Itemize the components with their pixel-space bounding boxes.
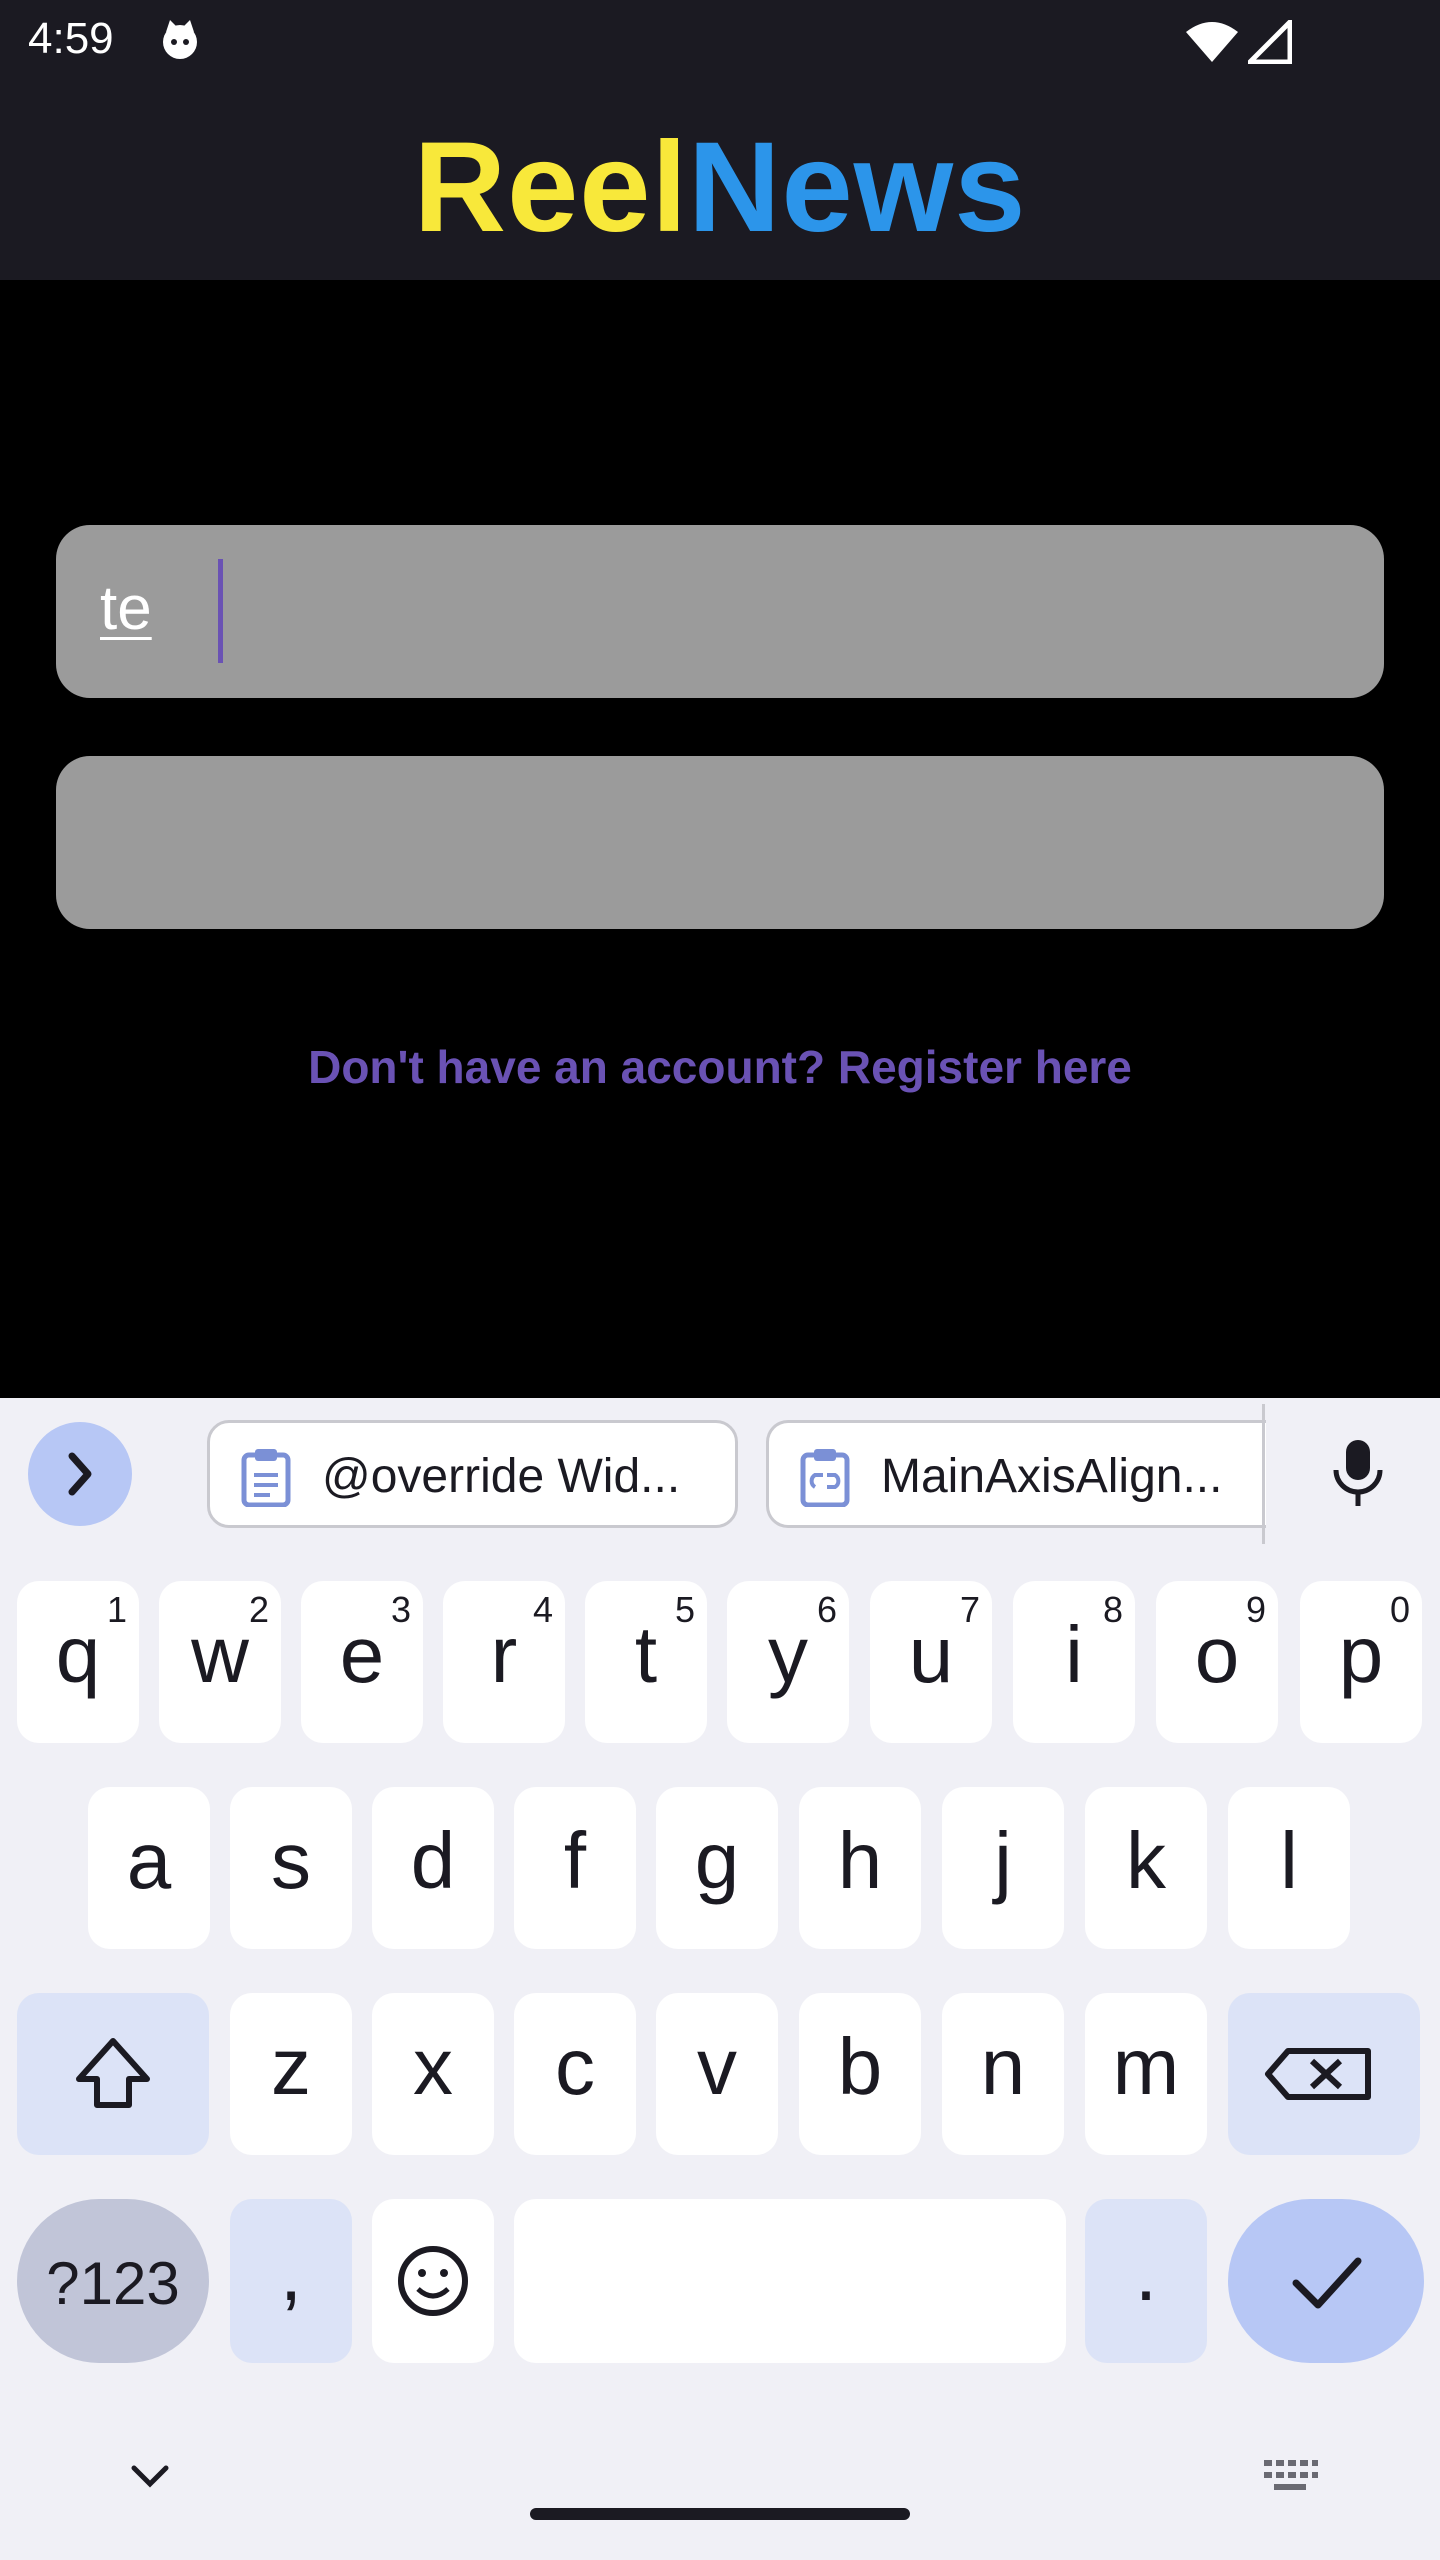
shift-key[interactable] (17, 1993, 209, 2155)
key-label: x (413, 2022, 453, 2111)
key-b[interactable]: b (799, 1993, 921, 2155)
key-label: i (1065, 1610, 1083, 1699)
key-label: o (1194, 1610, 1240, 1699)
key-label: w (191, 1610, 249, 1699)
key-label: j (994, 1816, 1012, 1905)
key-s[interactable]: s (230, 1787, 352, 1949)
microphone-icon[interactable] (1330, 1438, 1386, 1510)
clipboard-suggestion-2-label: MainAxisAlign... (881, 1450, 1223, 1503)
key-v[interactable]: v (656, 1993, 778, 2155)
key-label: f (563, 1816, 587, 1905)
key-label: v (697, 2022, 737, 2111)
key-label: u (908, 1610, 954, 1699)
key-c[interactable]: c (514, 1993, 636, 2155)
key-l[interactable]: l (1228, 1787, 1350, 1949)
keyboard-collapse-chevron-icon[interactable] (126, 2458, 174, 2494)
key-j[interactable]: j (942, 1787, 1064, 1949)
key-label: z (271, 2022, 311, 2111)
key-a[interactable]: a (88, 1787, 210, 1949)
key-e[interactable]: 3e (301, 1581, 423, 1743)
shift-icon (76, 2038, 150, 2108)
app-title-news: News (688, 116, 1027, 259)
key-label: g (694, 1816, 740, 1905)
emoji-key[interactable] (372, 2199, 494, 2363)
key-f[interactable]: f (514, 1787, 636, 1949)
key-label: b (837, 2022, 883, 2111)
backspace-key[interactable] (1228, 1993, 1420, 2155)
key-t[interactable]: 5t (585, 1581, 707, 1743)
key-label: . (1134, 2228, 1158, 2317)
cat-face-icon (163, 20, 197, 59)
key-label: m (1112, 2022, 1180, 2111)
register-link[interactable]: Don't have an account? Register here (0, 1040, 1440, 1094)
key-label: l (1280, 1816, 1298, 1905)
backspace-icon (1265, 2048, 1371, 2100)
key-z[interactable]: z (230, 1993, 352, 2155)
app-title-reel: Reel (413, 116, 688, 259)
key-label: y (768, 1610, 808, 1699)
key-o[interactable]: 9o (1156, 1581, 1278, 1743)
clipboard-suggestion-2[interactable]: MainAxisAlign... (766, 1420, 1266, 1528)
checkmark-icon (1292, 2257, 1362, 2309)
keyboard (0, 1398, 1440, 2560)
wifi-icon (1186, 22, 1238, 62)
clipboard-suggestion-1[interactable]: @override Wid... (207, 1420, 738, 1528)
key-r[interactable]: 4r (443, 1581, 565, 1743)
key-n[interactable]: n (942, 1993, 1064, 2155)
done-key[interactable] (1228, 2199, 1424, 2363)
symbols-key[interactable]: ?123 (17, 2199, 209, 2363)
gesture-navigation-bar[interactable] (530, 2508, 910, 2520)
text-caret (218, 559, 223, 663)
key-label: k (1126, 1816, 1166, 1905)
key-d[interactable]: d (372, 1787, 494, 1949)
period-key[interactable]: . (1085, 2199, 1207, 2363)
key-label: a (126, 1816, 172, 1905)
key-p[interactable]: 0p (1300, 1581, 1422, 1743)
app-title: ReelNews (414, 114, 1027, 261)
signal-icon (1248, 20, 1292, 64)
key-h[interactable]: h (799, 1787, 921, 1949)
key-x[interactable]: x (372, 1993, 494, 2155)
expand-suggestions-button[interactable] (28, 1422, 132, 1526)
comma-key[interactable]: , (230, 2199, 352, 2363)
suggestion-divider (1262, 1404, 1265, 1544)
symbols-key-label: ?123 (46, 2250, 180, 2317)
key-g[interactable]: g (656, 1787, 778, 1949)
key-label: d (410, 1816, 456, 1905)
emoji-icon (398, 2246, 468, 2316)
status-time: 4:59 (28, 14, 114, 63)
key-y[interactable]: 6y (727, 1581, 849, 1743)
app-bar: ReelNews (0, 84, 1440, 280)
email-field[interactable]: te (56, 525, 1384, 698)
space-bar[interactable] (514, 2199, 1066, 2363)
clipboard-icon (241, 1449, 291, 1507)
key-label: r (490, 1610, 518, 1699)
key-label: n (980, 2022, 1026, 2111)
key-label: p (1338, 1610, 1384, 1699)
email-field-value: te (100, 574, 152, 643)
clipboard-link-icon (800, 1449, 850, 1507)
key-label: , (279, 2228, 303, 2317)
keyboard-switch-icon[interactable] (1262, 2456, 1318, 2496)
key-label: h (837, 1816, 883, 1905)
key-u[interactable]: 7u (870, 1581, 992, 1743)
chevron-right-icon (68, 1452, 92, 1496)
clipboard-suggestion-1-label: @override Wid... (322, 1450, 681, 1503)
key-label: s (271, 1816, 311, 1905)
key-label: c (555, 2022, 595, 2111)
key-k[interactable]: k (1085, 1787, 1207, 1949)
key-m[interactable]: m (1085, 1993, 1207, 2155)
key-label: q (55, 1610, 101, 1699)
key-q[interactable]: 1q (17, 1581, 139, 1743)
password-field[interactable] (56, 756, 1384, 929)
status-bar: 4:59 (0, 0, 1440, 84)
key-i[interactable]: 8i (1013, 1581, 1135, 1743)
key-label: t (634, 1610, 658, 1699)
key-w[interactable]: 2w (159, 1581, 281, 1743)
key-label: e (339, 1610, 385, 1699)
